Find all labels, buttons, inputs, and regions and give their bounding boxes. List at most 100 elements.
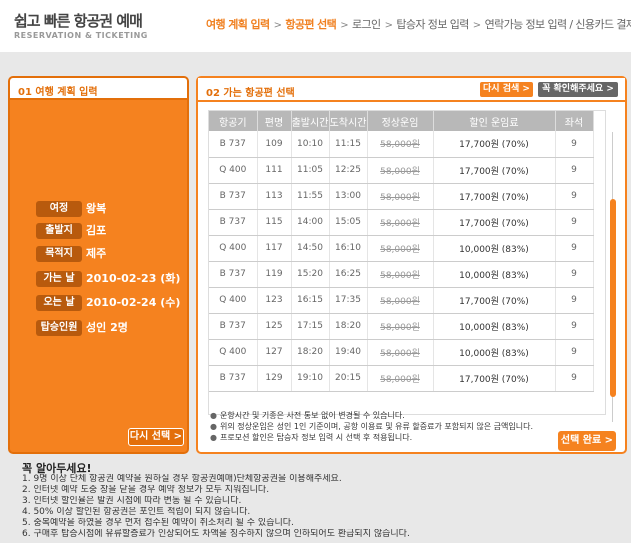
scrollbar-thumb[interactable]: [610, 199, 616, 397]
column-header: 편명: [257, 111, 292, 131]
table-cell: B 737: [209, 365, 258, 392]
chevron-right-icon: >: [384, 20, 393, 31]
table-cell: 58,000원: [367, 157, 434, 184]
table-cell: 9: [555, 365, 594, 392]
table-cell: B 737: [209, 313, 258, 340]
table-row[interactable]: B 737 119 15:20 16:25 58,000원 10,000원 (83%) 9: [209, 261, 594, 288]
flight-select-panel: 02 가는 항공편 선택 다시 검색 > 꼭 확인해주세요 > 항공기 편명 출발시…: [196, 76, 627, 454]
table-cell: 17:35: [329, 287, 368, 314]
table-cell: 58,000원: [367, 183, 434, 210]
info-value: 제주: [86, 247, 107, 260]
step-payment[interactable]: 연락가능 정보 입력 / 신용카드 결제: [485, 16, 631, 32]
check-notice-button[interactable]: 꼭 확인해주세요 >: [538, 82, 618, 97]
step-flight-select[interactable]: 항공편 선택: [285, 16, 336, 32]
table-row[interactable]: B 737 113 11:55 13:00 58,000원 17,700원 (70%) 9: [209, 183, 594, 210]
page-subtitle: RESERVATION & TICKETING: [14, 31, 148, 40]
must-know-item: 2. 인터넷 예약 도중 창을 닫을 경우 예약 정보가 모두 지워집니다.: [22, 485, 270, 495]
page-title: 쉽고 빠른 항공권 예매: [14, 12, 143, 30]
table-cell: 9: [555, 209, 594, 236]
table-cell: 17,700원 (70%): [433, 209, 556, 236]
table-cell: 58,000원: [367, 261, 434, 288]
info-departure: 출발지 김포: [36, 223, 186, 239]
table-cell: 58,000원: [367, 287, 434, 314]
travel-plan-title: 01 여행 계획 입력: [18, 87, 98, 98]
chevron-right-icon: >: [340, 20, 348, 31]
info-value: 김포: [86, 224, 107, 237]
table-row[interactable]: B 737 129 19:10 20:15 58,000원 17,700원 (70%) 9: [209, 365, 594, 392]
table-cell: 115: [257, 209, 292, 236]
research-button[interactable]: 다시 검색 >: [480, 82, 533, 97]
column-header: 항공기: [209, 111, 258, 131]
table-cell: 17,700원 (70%): [433, 365, 556, 392]
table-header-row: 항공기 편명 출발시간 도착시간 정상운임 할인 운임료 좌석: [209, 111, 594, 131]
table-cell: 11:15: [329, 131, 368, 158]
must-know-item: 4. 50% 이상 할인된 항공권은 포인트 적립이 되지 않습니다.: [22, 507, 251, 517]
bullet-icon: ●: [210, 422, 217, 431]
step-login[interactable]: 로그인: [352, 16, 381, 32]
table-cell: 10,000원 (83%): [433, 261, 556, 288]
table-cell: 58,000원: [367, 339, 434, 366]
must-know-list: 1. 9명 이상 단체 항공권 예약을 원하실 경우 항공권예매)단체항공권을 …: [22, 474, 622, 540]
table-cell: 12:25: [329, 157, 368, 184]
table-cell: 117: [257, 235, 292, 262]
flight-table: 항공기 편명 출발시간 도착시간 정상운임 할인 운임료 좌석 B 737 109 10:10 1…: [209, 111, 594, 392]
table-cell: 16:15: [291, 287, 330, 314]
table-cell: 9: [555, 235, 594, 262]
table-row[interactable]: Q 400 111 11:05 12:25 58,000원 17,700원 (70%) 9: [209, 157, 594, 184]
bullet-icon: ●: [210, 433, 217, 442]
table-cell: 58,000원: [367, 131, 434, 158]
flight-select-title: 02 가는 항공편 선택: [206, 88, 295, 99]
table-cell: 17,700원 (70%): [433, 287, 556, 314]
table-cell: 16:25: [329, 261, 368, 288]
table-row[interactable]: Q 400 123 16:15 17:35 58,000원 17,700원 (70%) 9: [209, 287, 594, 314]
info-label: 여정: [36, 201, 82, 217]
table-row[interactable]: B 737 125 17:15 18:20 58,000원 10,000원 (83%) 9: [209, 313, 594, 340]
table-row[interactable]: B 737 115 14:00 15:05 58,000원 17,700원 (70%) 9: [209, 209, 594, 236]
info-depart-date: 가는 날 2010-02-23 (화): [36, 271, 186, 287]
select-complete-button[interactable]: 선택 완료 >: [558, 431, 616, 451]
chevron-right-icon: >: [472, 20, 481, 31]
table-cell: 17,700원 (70%): [433, 131, 556, 158]
table-cell: 123: [257, 287, 292, 314]
table-cell: 15:05: [329, 209, 368, 236]
column-header: 좌석: [555, 111, 594, 131]
info-value: 2010-02-23 (화): [86, 272, 181, 285]
step-travel-plan[interactable]: 여행 계획 입력: [206, 16, 270, 32]
table-cell: 119: [257, 261, 292, 288]
table-cell: 16:10: [329, 235, 368, 262]
notice-list: ● 운항시간 및 기종은 사전 통보 없이 변경될 수 있습니다. ● 위의 정상운…: [210, 410, 560, 443]
notice-item: ● 프로모션 할인은 탑승자 정보 입력 시 선택 후 적용됩니다.: [210, 433, 413, 442]
info-passengers: 탑승인원 성인 2명: [36, 320, 186, 336]
table-cell: 129: [257, 365, 292, 392]
table-cell: 9: [555, 183, 594, 210]
table-cell: 125: [257, 313, 292, 340]
table-cell: 11:55: [291, 183, 330, 210]
flight-table-container: 항공기 편명 출발시간 도착시간 정상운임 할인 운임료 좌석 B 737 109 10:10 1…: [208, 110, 606, 415]
table-cell: 17,700원 (70%): [433, 183, 556, 210]
table-scrollbar[interactable]: [610, 132, 616, 422]
table-cell: 14:50: [291, 235, 330, 262]
table-cell: 9: [555, 261, 594, 288]
table-cell: 19:10: [291, 365, 330, 392]
table-cell: Q 400: [209, 287, 258, 314]
table-row[interactable]: Q 400 127 18:20 19:40 58,000원 10,000원 (83%) 9: [209, 339, 594, 366]
table-cell: 111: [257, 157, 292, 184]
travel-plan-header: 01 여행 계획 입력: [10, 78, 187, 100]
table-cell: 13:00: [329, 183, 368, 210]
table-cell: 10,000원 (83%): [433, 235, 556, 262]
table-cell: 58,000원: [367, 209, 434, 236]
column-header: 정상운임: [367, 111, 434, 131]
table-cell: 10:10: [291, 131, 330, 158]
table-cell: 109: [257, 131, 292, 158]
table-cell: B 737: [209, 209, 258, 236]
table-cell: 15:20: [291, 261, 330, 288]
table-cell: 17,700원 (70%): [433, 157, 556, 184]
table-row[interactable]: B 737 109 10:10 11:15 58,000원 17,700원 (70%) 9: [209, 131, 594, 158]
step-passenger-info[interactable]: 탑승자 정보 입력: [396, 16, 469, 32]
step-breadcrumb: 여행 계획 입력 > 항공편 선택 > 로그인 > 탑승자 정보 입력 > 연락가능 정보 입력…: [206, 16, 631, 32]
reselect-button[interactable]: 다시 선택 >: [128, 428, 184, 446]
column-header: 할인 운임료: [433, 111, 556, 131]
must-know-item: 6. 구매후 탑승시점에 유류할증료가 인상되어도 차액을 징수하지 않으며 인…: [22, 529, 410, 539]
notice-item: ● 운항시간 및 기종은 사전 통보 없이 변경될 수 있습니다.: [210, 411, 405, 420]
table-row[interactable]: Q 400 117 14:50 16:10 58,000원 10,000원 (83%) 9: [209, 235, 594, 262]
